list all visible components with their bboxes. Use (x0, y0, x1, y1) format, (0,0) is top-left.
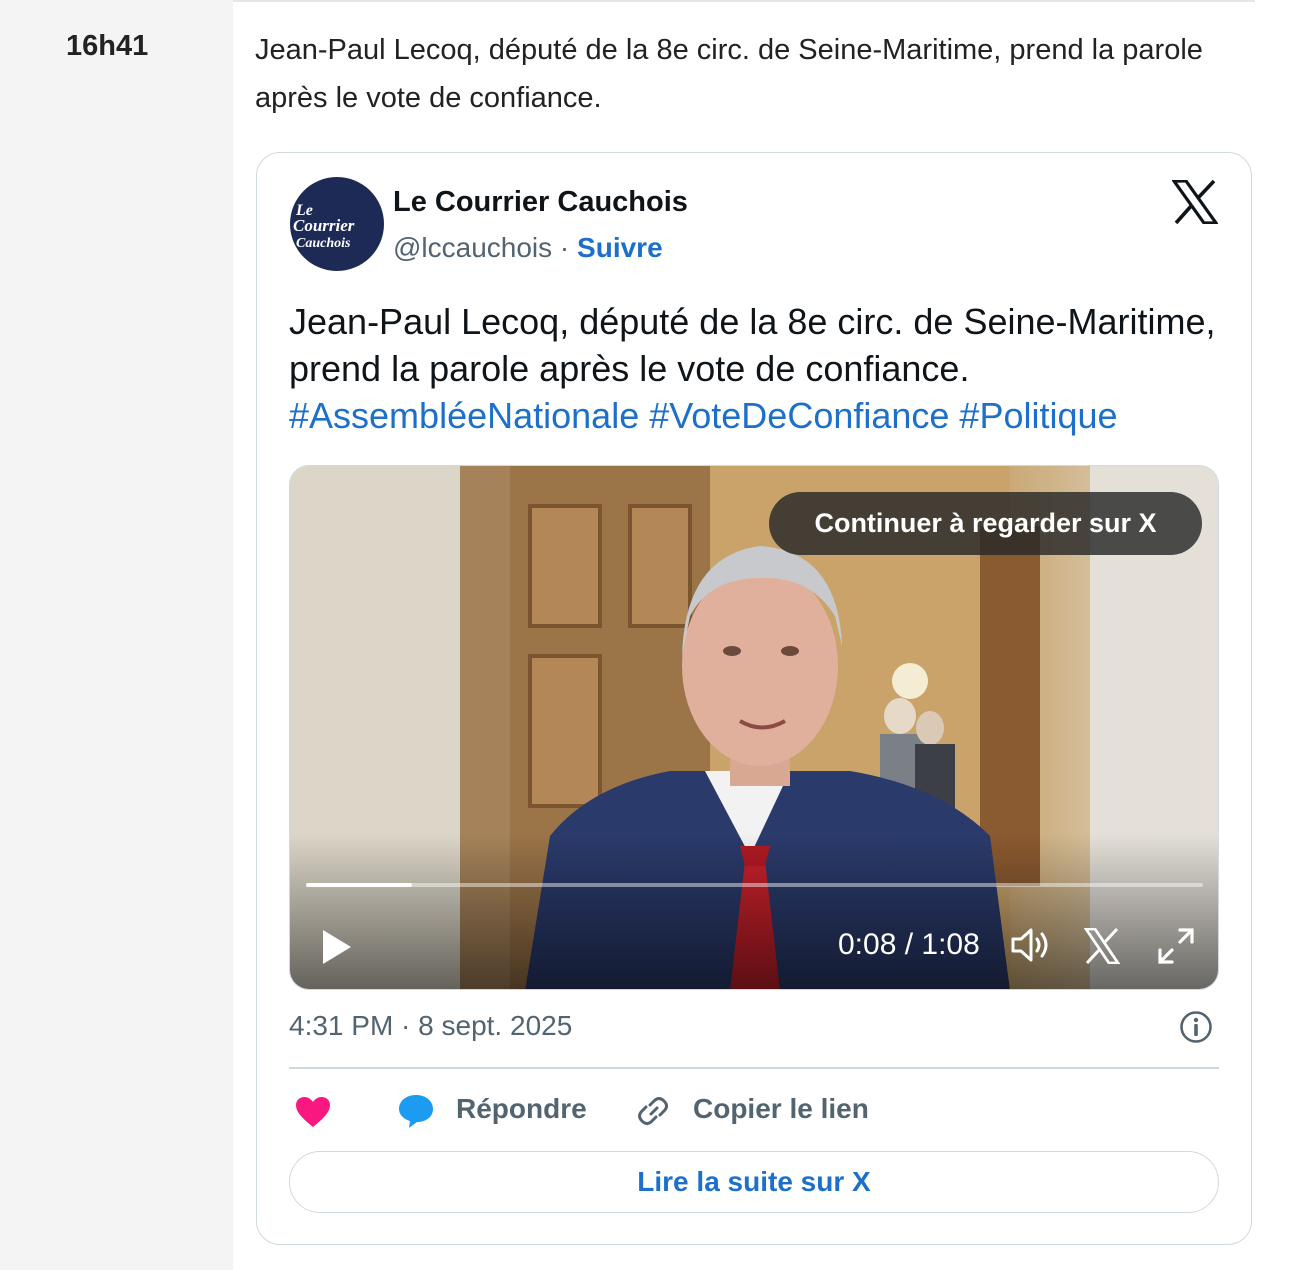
video-player[interactable]: Continuer à regarder sur X 0:08 / 1:08 (289, 465, 1219, 990)
continue-watching-button[interactable]: Continuer à regarder sur X (769, 492, 1202, 555)
link-icon[interactable] (636, 1093, 670, 1129)
tweet-body: Jean-Paul Lecoq, député de la 8e circ. d… (289, 298, 1219, 439)
handle-separator: · (552, 232, 578, 263)
handle-row: @lccauchois · Suivre (393, 232, 663, 264)
video-time-readout: 0:08 / 1:08 (838, 928, 980, 961)
svg-text:Courrier: Courrier (293, 216, 355, 235)
courrier-cauchois-logo: Le Courrier Cauchois (293, 202, 355, 251)
avatar[interactable]: Le Courrier Cauchois (290, 177, 384, 271)
read-more-on-x-button[interactable]: Lire la suite sur X (289, 1151, 1219, 1213)
tweet-hashtags[interactable]: #AssembléeNationale #VoteDeConfiance #Po… (289, 395, 1118, 436)
x-logo-icon[interactable] (1172, 180, 1218, 224)
copy-link-button[interactable]: Copier le lien (693, 1093, 869, 1125)
play-icon[interactable] (320, 928, 354, 966)
reply-button[interactable]: Répondre (456, 1093, 587, 1125)
video-progress-fill (306, 883, 412, 887)
video-progress-bar[interactable] (306, 883, 1203, 887)
fullscreen-icon[interactable] (1156, 926, 1196, 966)
actions-divider (289, 1067, 1219, 1069)
author-handle[interactable]: @lccauchois (393, 232, 552, 263)
author-name[interactable]: Le Courrier Cauchois (393, 186, 688, 219)
heart-icon[interactable] (294, 1095, 332, 1129)
tweet-timestamp[interactable]: 4:31 PM · 8 sept. 2025 (289, 1010, 572, 1042)
reply-bubble-icon[interactable] (397, 1093, 435, 1129)
tweet-actions: Répondre Copier le lien (289, 1085, 1219, 1135)
volume-icon[interactable] (1010, 926, 1052, 964)
tweet-body-text: Jean-Paul Lecoq, député de la 8e circ. d… (289, 301, 1216, 389)
svg-text:Cauchois: Cauchois (296, 236, 351, 251)
entry-time: 16h41 (66, 30, 149, 62)
entry-text: Jean-Paul Lecoq, député de la 8e circ. d… (255, 34, 1203, 114)
x-logo-icon[interactable] (1084, 928, 1120, 964)
info-icon[interactable] (1179, 1010, 1213, 1044)
time-column (0, 0, 233, 1270)
top-divider (233, 0, 1255, 2)
follow-button[interactable]: Suivre (577, 232, 663, 263)
